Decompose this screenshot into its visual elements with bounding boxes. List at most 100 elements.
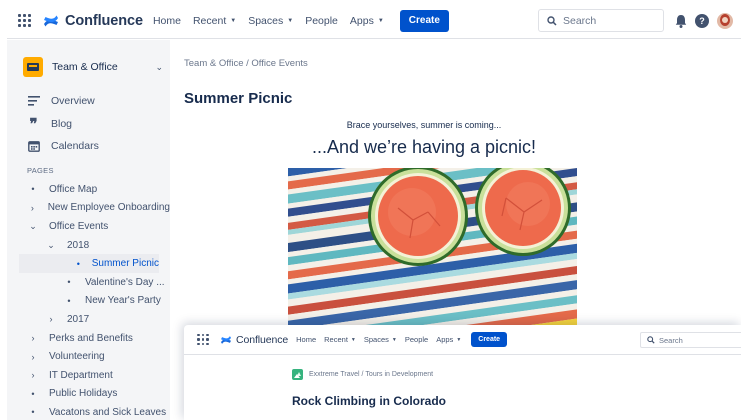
tree-item-label: Vacatons and Sick Leaves (49, 406, 167, 418)
breadcrumb: Exxtreme Travel / Tours in Development (292, 369, 433, 380)
nav-icons: ? (673, 13, 733, 29)
tree-item-label: Perks and Benefits (49, 332, 133, 344)
search-placeholder: Search (563, 14, 597, 27)
product-name: Confluence (65, 12, 143, 29)
bullet-icon: • (31, 388, 35, 399)
nav-people[interactable]: People (405, 335, 428, 344)
caret-down-icon: ▼ (350, 336, 356, 343)
chevron-right-icon[interactable]: › (27, 370, 39, 380)
bullet-icon: • (67, 277, 71, 288)
tree-item[interactable]: › Perks and Benefits (7, 329, 170, 348)
app-switcher-icon[interactable] (188, 333, 218, 346)
chevron-down-icon[interactable]: ⌄ (27, 221, 39, 232)
bullet-icon: • (31, 184, 35, 195)
tree-item[interactable]: › New Employee Onboarding (7, 199, 170, 218)
page-title: Summer Picnic (184, 90, 293, 107)
create-button[interactable]: Create (399, 9, 449, 32)
help-icon[interactable]: ? (695, 14, 709, 28)
chevron-right-icon[interactable]: › (27, 203, 38, 213)
tree-item-label: IT Department (49, 369, 113, 381)
caret-down-icon: ▼ (377, 17, 384, 24)
space-sidebar: Team & Office ⌄ Overview ❞ Blog Calendar… (7, 40, 170, 420)
chevron-down-icon[interactable]: ⌄ (45, 240, 57, 251)
tree-item[interactable]: • New Year's Party (7, 292, 170, 311)
search-placeholder: Search (659, 335, 683, 345)
chevron-right-icon[interactable]: › (27, 352, 39, 362)
breadcrumb-item[interactable]: Office Events (251, 58, 307, 69)
tree-item[interactable]: › 2017 (7, 310, 170, 329)
calendar-icon (27, 140, 40, 153)
tree-item[interactable]: • Vacatons and Sick Leaves (7, 403, 170, 420)
sidebar-item-label: Blog (51, 117, 73, 130)
nav-recent[interactable]: Recent ▼ (324, 335, 356, 344)
bullet-icon: • (31, 407, 35, 418)
tree-item[interactable]: • Public Holidays (7, 385, 170, 404)
create-button[interactable]: Create (471, 332, 508, 347)
sidebar-item-overview[interactable]: Overview (27, 90, 99, 113)
tree-item-label: Valentine's Day ... (85, 276, 165, 288)
nav-recent-label: Recent (324, 335, 348, 344)
breadcrumb-item[interactable]: Exxtreme Travel (309, 371, 360, 378)
nav-apps-label: Apps (349, 14, 374, 27)
breadcrumb-item[interactable]: Team & Office (184, 58, 244, 69)
nav-home[interactable]: Home (153, 15, 181, 27)
search-input[interactable]: Search (538, 9, 664, 32)
caret-down-icon: ▼ (287, 17, 294, 24)
tree-item-label: 2018 (67, 239, 90, 251)
tree-item[interactable]: › Volunteering (7, 347, 170, 366)
tree-item[interactable]: • Office Map (7, 180, 170, 199)
bell-icon[interactable] (673, 13, 689, 29)
tree-item[interactable]: ⌄ Office Events (7, 217, 170, 236)
chevron-right-icon[interactable]: › (45, 314, 57, 324)
nav-recent-label: Recent (192, 14, 227, 27)
app-switcher-icon[interactable] (7, 14, 41, 27)
page-subline: Brace yourselves, summer is coming... (346, 120, 502, 130)
nav-spaces[interactable]: Spaces ▼ (248, 15, 293, 27)
page-headline: ...And we’re having a picnic! (311, 137, 537, 157)
space-switcher[interactable]: Team & Office ⌄ (23, 56, 163, 78)
nav-apps[interactable]: Apps ▼ (436, 335, 461, 344)
tree-item[interactable]: • Valentine's Day ... (7, 273, 170, 292)
tree-item-label: New Year's Party (85, 295, 161, 307)
confluence-logo-icon (221, 335, 231, 344)
nav-spaces-label: Spaces (363, 335, 389, 344)
nav-people[interactable]: People (305, 15, 338, 27)
nav-links: Home Recent ▼ Spaces ▼ People Apps ▼ Create (153, 9, 449, 32)
confluence-logo[interactable]: Confluence (220, 334, 288, 346)
sidebar-item-calendars[interactable]: Calendars (27, 135, 99, 158)
caret-down-icon: ▼ (230, 17, 237, 24)
nav-home-label: Home (296, 335, 317, 344)
breadcrumb-item[interactable]: Tours in Development (365, 371, 433, 378)
sidebar-item-blog[interactable]: ❞ Blog (27, 113, 99, 136)
breadcrumb: Team & Office / Office Events (184, 58, 308, 69)
confluence-logo-icon (44, 15, 58, 26)
nav-spaces-label: Spaces (248, 14, 284, 27)
space-name: Team & Office (52, 61, 118, 73)
chevron-down-icon: ⌄ (155, 61, 163, 72)
space-icon (292, 369, 303, 380)
chevron-right-icon[interactable]: › (27, 333, 39, 343)
tree-item[interactable]: ⌄ 2018 (7, 236, 170, 255)
caret-down-icon: ▼ (391, 336, 397, 343)
nav-apps-label: Apps (436, 335, 454, 344)
search-icon (547, 15, 557, 26)
avatar[interactable] (717, 13, 733, 29)
nav-recent[interactable]: Recent ▼ (193, 15, 236, 27)
nav-apps[interactable]: Apps ▼ (350, 15, 384, 27)
nav-home-label: Home (152, 14, 181, 27)
quote-icon: ❞ (29, 114, 38, 133)
pages-section-label: PAGES (27, 166, 54, 175)
nav-home[interactable]: Home (296, 335, 316, 344)
tree-item[interactable]: › IT Department (7, 366, 170, 385)
tree-item-label: 2017 (67, 313, 90, 325)
tree-item-selected[interactable]: • Summer Picnic (19, 254, 159, 273)
confluence-logo[interactable]: Confluence (43, 13, 143, 29)
nav-people-label: People (305, 14, 338, 27)
nav-people-label: People (404, 335, 429, 344)
tree-item-label: Summer Picnic (91, 258, 159, 270)
overview-icon (27, 96, 40, 106)
top-navbar: Confluence Home Recent ▼ Spaces ▼ People A… (184, 325, 741, 355)
sidebar-item-label: Calendars (51, 140, 99, 153)
search-input[interactable]: Search (640, 332, 741, 348)
nav-spaces[interactable]: Spaces ▼ (364, 335, 397, 344)
